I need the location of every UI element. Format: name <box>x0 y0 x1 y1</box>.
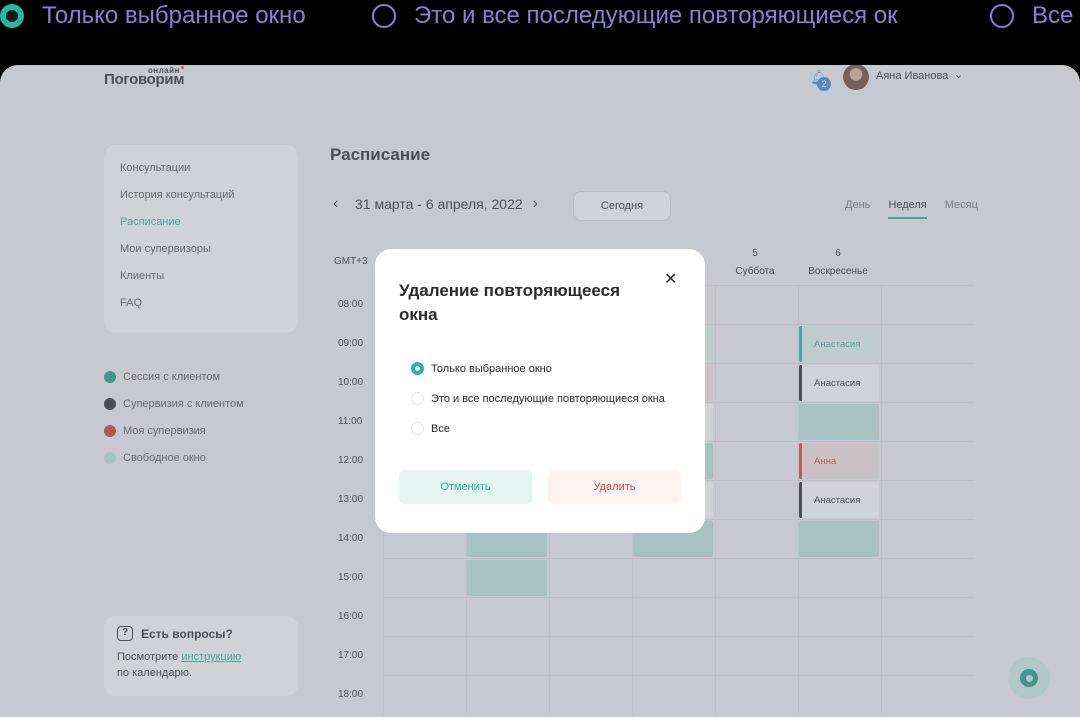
zoomed-options-strip: Только выбранное окно Это и все последую… <box>0 0 1080 32</box>
radio-unchecked-icon <box>372 4 396 28</box>
close-icon[interactable]: ✕ <box>664 269 677 289</box>
radio-unchecked-icon <box>411 392 424 405</box>
strip-option-label: Все <box>1032 2 1074 29</box>
radio-checked-icon <box>411 362 424 375</box>
radio-checked-icon <box>0 4 24 28</box>
option-label: Это и все последующие повторяющиеся окна <box>431 392 665 405</box>
strip-option-selected[interactable]: Только выбранное окно <box>0 0 306 32</box>
radio-unchecked-icon <box>990 4 1014 28</box>
strip-option-all[interactable]: Все <box>990 0 1073 32</box>
modal-title: Удаление повторяющееся окна <box>399 281 621 324</box>
option-all[interactable]: Все <box>411 422 450 435</box>
app-window: Поговорим онлайн 🔔︎ 2 Аяна Иванова ⌄ Кон… <box>0 65 1080 717</box>
option-label: Только выбранное окно <box>431 362 552 375</box>
delete-recurring-modal: ✕ Удаление повторяющееся окна Только выб… <box>375 249 705 533</box>
option-this-and-following[interactable]: Это и все последующие повторяющиеся окна <box>411 392 665 405</box>
cancel-button[interactable]: Отменить <box>399 470 532 504</box>
strip-option-label: Это и все последующие повторяющиеся ок <box>414 2 898 29</box>
option-label: Все <box>431 422 450 435</box>
strip-option-label: Только выбранное окно <box>42 2 306 29</box>
option-selected-only[interactable]: Только выбранное окно <box>411 362 552 375</box>
radio-unchecked-icon <box>411 422 424 435</box>
strip-option-following[interactable]: Это и все последующие повторяющиеся ок <box>372 0 898 32</box>
delete-button[interactable]: Удалить <box>548 470 681 504</box>
